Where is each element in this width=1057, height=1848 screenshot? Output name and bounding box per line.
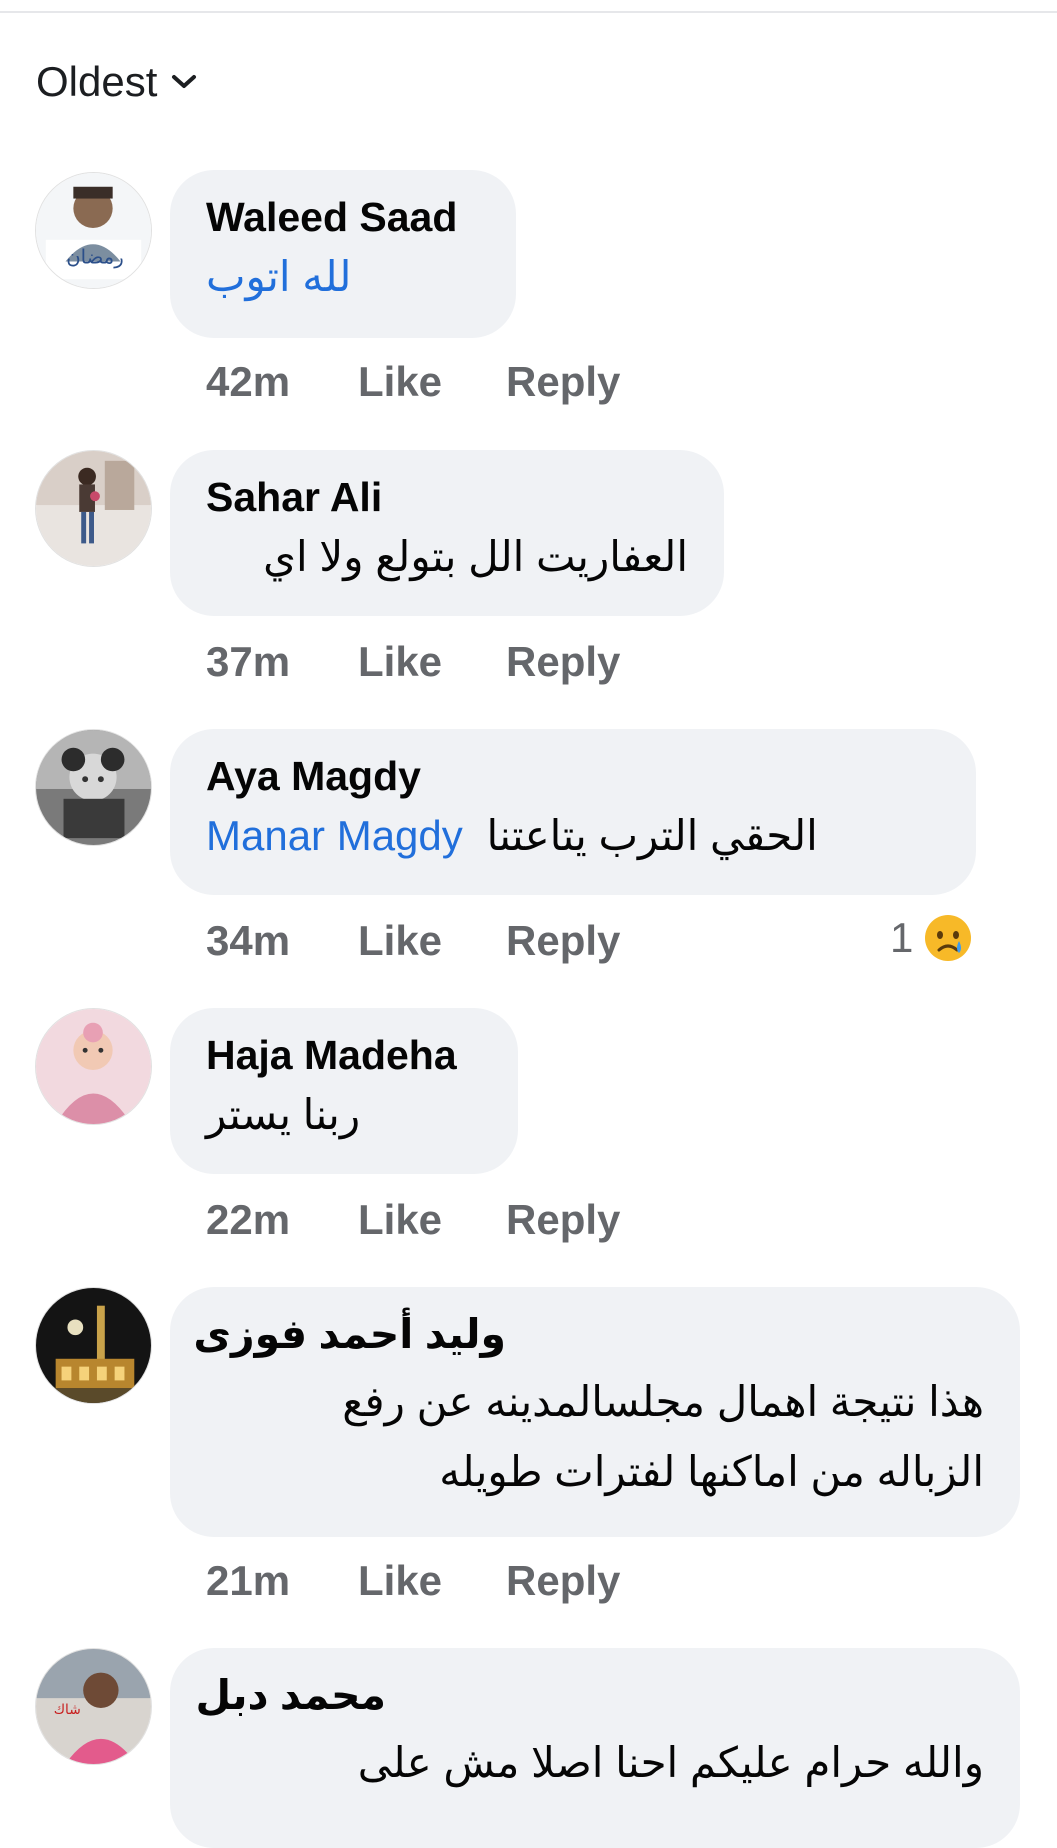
comment-bubble: Haja Madeha ربنا يستر <box>170 1008 518 1174</box>
avatar[interactable] <box>35 729 152 846</box>
sort-label: Oldest <box>36 58 158 105</box>
comment-text-line1: هذا نتيجة اهمال مجلسالمدينه عن رفع <box>342 1378 984 1425</box>
sort-dropdown[interactable]: Oldest <box>36 58 197 106</box>
like-button[interactable]: Like <box>358 638 442 686</box>
like-button[interactable]: Like <box>358 358 442 406</box>
sad-face-icon <box>925 915 972 961</box>
commenter-name[interactable]: محمد دبل <box>195 1670 386 1720</box>
svg-text:رمضان: رمضان <box>66 245 123 268</box>
reply-button[interactable]: Reply <box>506 1196 620 1244</box>
comment-bubble: Waleed Saad لله اتوب <box>170 170 516 338</box>
comment-text-line2: الزباله من اماكنها لفترات طويله <box>439 1448 984 1495</box>
commenter-name[interactable]: وليد أحمد فوزى <box>193 1309 506 1359</box>
top-divider <box>0 11 1057 13</box>
avatar[interactable] <box>35 1287 152 1404</box>
comment-text: والله حرام عليكم احنا اصلا مش على <box>357 1739 984 1786</box>
like-button[interactable]: Like <box>358 1557 442 1605</box>
reply-button[interactable]: Reply <box>506 638 620 686</box>
avatar[interactable]: رمضان <box>35 172 152 289</box>
comment-time[interactable]: 21m <box>206 1557 290 1605</box>
svg-text:شاك: شاك <box>54 1702 81 1718</box>
reaction-count: 1 <box>890 914 914 961</box>
comment-time[interactable]: 22m <box>206 1196 290 1244</box>
avatar[interactable] <box>35 1008 152 1125</box>
comment-bubble: Aya Magdy Manar Magdy الحقي الترب يتاعتن… <box>170 729 976 895</box>
commenter-name[interactable]: Sahar Ali <box>206 472 688 522</box>
reply-button[interactable]: Reply <box>506 917 620 965</box>
comment-text: Manar Magdy الحقي الترب يتاعتنا <box>206 801 940 871</box>
comment-time[interactable]: 42m <box>206 358 290 406</box>
reaction-summary[interactable]: 1 <box>890 913 973 963</box>
comment-text: العفاريت الل بتولع ولا اي <box>263 533 688 580</box>
reply-button[interactable]: Reply <box>506 358 620 406</box>
comment-bubble: Sahar Ali العفاريت الل بتولع ولا اي <box>170 450 724 616</box>
mention-link[interactable]: Manar Magdy <box>206 812 463 859</box>
comment-time[interactable]: 37m <box>206 638 290 686</box>
like-button[interactable]: Like <box>358 917 442 965</box>
commenter-name[interactable]: Waleed Saad <box>206 192 480 242</box>
avatar[interactable] <box>35 450 152 567</box>
commenter-name[interactable]: Aya Magdy <box>206 751 940 801</box>
commenter-name[interactable]: Haja Madeha <box>206 1030 482 1080</box>
chevron-down-icon <box>172 75 197 88</box>
comment-bubble: وليد أحمد فوزى هذا نتيجة اهمال مجلسالمدي… <box>170 1287 1020 1537</box>
like-button[interactable]: Like <box>358 1196 442 1244</box>
avatar[interactable]: شاك <box>35 1648 152 1765</box>
comment-text: لله اتوب <box>206 253 352 300</box>
comment-text-body: الحقي الترب يتاعتنا <box>486 812 818 859</box>
comment-bubble: محمد دبل والله حرام عليكم احنا اصلا مش ع… <box>170 1648 1020 1848</box>
comment-time[interactable]: 34m <box>206 917 290 965</box>
comment-text: ربنا يستر <box>206 1091 361 1138</box>
reply-button[interactable]: Reply <box>506 1557 620 1605</box>
